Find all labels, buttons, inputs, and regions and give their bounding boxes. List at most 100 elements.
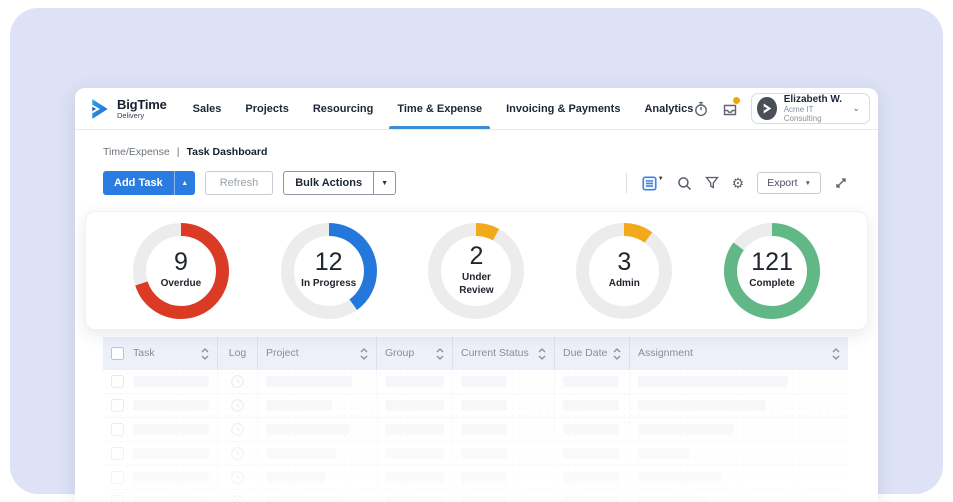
column-label-group: Group [385, 347, 432, 359]
project-cell [258, 418, 377, 441]
breadcrumb-section[interactable]: Time/Expense [103, 146, 170, 158]
in-progress-label: In Progress [301, 278, 356, 291]
sort-icon-current-status[interactable] [538, 348, 546, 360]
project-cell [258, 370, 377, 393]
nav-item-resourcing[interactable]: Resourcing [313, 88, 374, 129]
due-date-cell [555, 490, 630, 502]
column-header-assignment[interactable]: Assignment [630, 337, 848, 370]
toolbar: Add Task ▲ Refresh Bulk Actions ▼ ▼ [75, 171, 878, 195]
log-time-clock-icon[interactable] [230, 470, 245, 485]
bigtime-logo[interactable]: BigTime Delivery [89, 88, 167, 129]
donut-overdue[interactable]: 9 Overdue [133, 223, 229, 319]
nav-item-analytics[interactable]: Analytics [644, 88, 693, 129]
donut-in-progress[interactable]: 12 In Progress [281, 223, 377, 319]
timer-icon[interactable] [693, 100, 709, 118]
table-row[interactable] [103, 370, 848, 394]
sort-icon-task[interactable] [201, 348, 209, 360]
export-button[interactable]: Export ▼ [757, 172, 821, 194]
log-time-clock-icon[interactable] [230, 446, 245, 461]
overdue-label: Overdue [161, 278, 202, 291]
column-header-group[interactable]: Group [377, 337, 453, 370]
task-cell [103, 394, 218, 417]
log-time-clock-icon[interactable] [230, 374, 245, 389]
add-task-caret-up-icon[interactable]: ▲ [174, 171, 195, 195]
table-row[interactable] [103, 442, 848, 466]
bulk-actions-caret-down-icon[interactable]: ▼ [373, 172, 395, 194]
current-status-cell [453, 394, 555, 417]
column-header-task[interactable]: Task [103, 337, 218, 370]
nav-item-projects[interactable]: Projects [245, 88, 288, 129]
task-cell [103, 466, 218, 489]
log-cell [218, 394, 258, 417]
table-row[interactable] [103, 466, 848, 490]
row-checkbox[interactable] [111, 423, 124, 436]
nav-item-sales[interactable]: Sales [193, 88, 222, 129]
add-task-label[interactable]: Add Task [103, 177, 174, 189]
bigtime-logo-icon [89, 98, 111, 120]
log-time-clock-icon[interactable] [230, 494, 245, 502]
page-content: Time/Expense | Task Dashboard Add Task ▲… [75, 130, 878, 502]
row-checkbox[interactable] [111, 447, 124, 460]
expand-icon[interactable] [834, 176, 848, 190]
task-cell [103, 490, 218, 502]
table-header-row: Task Log Project Group [103, 337, 848, 370]
task-cell [103, 442, 218, 465]
donut-under-review[interactable]: 2 Under Review [428, 223, 524, 319]
row-checkbox[interactable] [111, 495, 124, 502]
list-view-icon[interactable]: ▼ [642, 176, 664, 191]
table-settings-gear-icon[interactable]: ⚙ [732, 176, 745, 190]
current-status-cell [453, 466, 555, 489]
donut-complete[interactable]: 121 Complete [724, 223, 820, 319]
log-time-clock-icon[interactable] [230, 398, 245, 413]
table-search-icon[interactable] [677, 176, 692, 191]
profile-chevron-down-icon: ⌄ [852, 103, 860, 114]
sort-icon-due-date[interactable] [613, 348, 621, 360]
nav-item-time-expense[interactable]: Time & Expense [397, 88, 482, 129]
nav-item-invoicing-payments[interactable]: Invoicing & Payments [506, 88, 620, 129]
export-caret-down-icon: ▼ [805, 180, 811, 187]
table-row[interactable] [103, 394, 848, 418]
due-date-cell [555, 418, 630, 441]
select-all-checkbox[interactable] [111, 347, 124, 360]
due-date-cell [555, 394, 630, 417]
column-label-log: Log [229, 347, 247, 359]
group-cell [377, 466, 453, 489]
user-profile-menu[interactable]: Elizabeth W. Acme IT Consulting ⌄ [751, 93, 870, 124]
donut-admin[interactable]: 3 Admin [576, 223, 672, 319]
column-header-due-date[interactable]: Due Date [555, 337, 630, 370]
assignment-cell [630, 466, 848, 489]
group-cell [377, 394, 453, 417]
row-checkbox[interactable] [111, 471, 124, 484]
assignment-cell [630, 394, 848, 417]
toolbar-divider [626, 173, 627, 193]
bulk-actions-button[interactable]: Bulk Actions ▼ [283, 171, 396, 195]
column-label-current-status: Current Status [461, 347, 534, 359]
user-company: Acme IT Consulting [784, 105, 843, 123]
group-cell [377, 418, 453, 441]
project-cell [258, 466, 377, 489]
column-header-current-status[interactable]: Current Status [453, 337, 555, 370]
filter-icon[interactable] [705, 176, 719, 190]
table-row[interactable] [103, 490, 848, 502]
column-label-project: Project [266, 347, 356, 359]
inbox-icon[interactable] [722, 100, 738, 118]
current-status-cell [453, 370, 555, 393]
status-summary-card: 9 Overdue 12 In Progress 2 Under Review [85, 211, 868, 330]
sort-icon-group[interactable] [436, 348, 444, 360]
log-time-clock-icon[interactable] [230, 422, 245, 437]
row-checkbox[interactable] [111, 399, 124, 412]
sort-icon-assignment[interactable] [832, 348, 840, 360]
add-task-button[interactable]: Add Task ▲ [103, 171, 195, 195]
row-checkbox[interactable] [111, 375, 124, 388]
sort-icon-project[interactable] [360, 348, 368, 360]
admin-label: Admin [609, 278, 640, 291]
toolbar-right-cluster: ▼ ⚙ Export ▼ [626, 172, 848, 194]
table-row[interactable] [103, 418, 848, 442]
project-cell [258, 394, 377, 417]
column-header-project[interactable]: Project [258, 337, 377, 370]
log-cell [218, 466, 258, 489]
column-label-task: Task [133, 347, 197, 359]
current-status-cell [453, 418, 555, 441]
refresh-button[interactable]: Refresh [205, 171, 274, 195]
under-review-label: Under Review [445, 272, 507, 297]
